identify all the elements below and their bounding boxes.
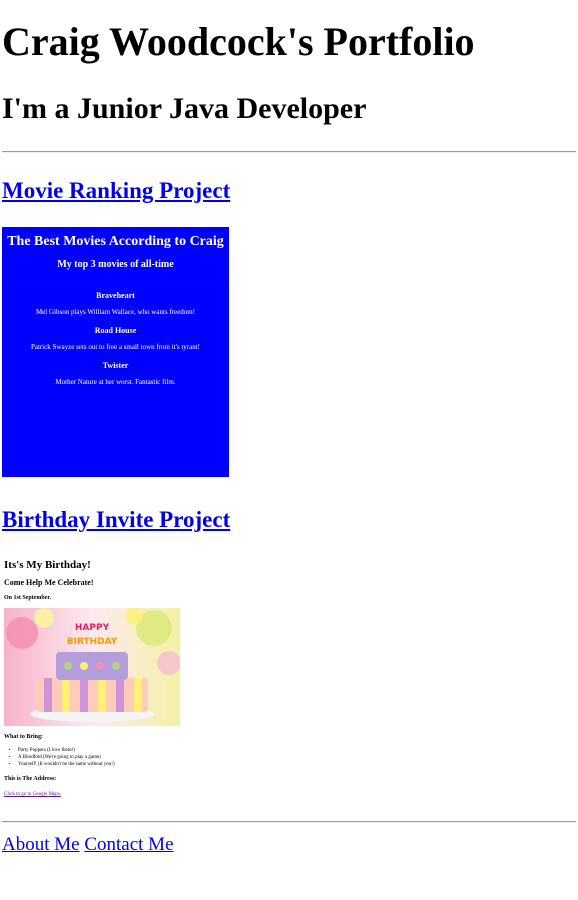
footer-nav: About Me Contact Me bbox=[2, 833, 174, 857]
birthday-preview-date: On 1st September. bbox=[4, 595, 51, 601]
movie-project-preview[interactable]: The Best Movies According to Craig My to… bbox=[2, 227, 229, 477]
movie-name: Road House bbox=[94, 326, 137, 335]
divider-top bbox=[2, 151, 576, 153]
movie-preview-subtitle: My top 3 movies of all-time bbox=[57, 259, 174, 270]
movie-project-link[interactable]: Movie Ranking Project bbox=[2, 177, 230, 205]
google-maps-link[interactable]: Click to go to Google Maps. bbox=[4, 791, 202, 798]
address-heading: This is The Address: bbox=[4, 776, 57, 782]
movie-preview-title: The Best Movies According to Craig bbox=[7, 234, 224, 249]
bring-list: Party Poppers (I love them!) A Blindfold… bbox=[2, 747, 202, 768]
birthday-project-preview[interactable]: Its's My Birthday! Come Help Me Celebrat… bbox=[2, 556, 202, 806]
bring-heading: What to Bring: bbox=[4, 734, 43, 740]
movie-desc: Mel Gibson plays William Wallace, who wa… bbox=[35, 308, 196, 316]
birthday-project-link[interactable]: Birthday Invite Project bbox=[2, 506, 230, 534]
movie-desc: Mother Nature at her worst. Fantastic fi… bbox=[55, 378, 176, 386]
birthday-preview-heading: Its's My Birthday! bbox=[4, 559, 91, 571]
birthday-cake-image: HAPPY BIRTHDAY bbox=[4, 608, 180, 726]
movie-preview-divider bbox=[2, 281, 229, 282]
birthday-preview-subheading: Come Help Me Celebrate! bbox=[4, 578, 94, 587]
list-item: A Blindfold (We're going to play a game) bbox=[18, 754, 202, 761]
list-item: Yourself! (It wouldn't be the same witho… bbox=[18, 761, 202, 768]
movie-name: Twister bbox=[102, 361, 129, 370]
movie-name: Braveheart bbox=[96, 291, 135, 300]
svg-text:BIRTHDAY: BIRTHDAY bbox=[67, 637, 118, 647]
about-me-link[interactable]: About Me bbox=[2, 834, 80, 855]
movie-desc: Patrick Swayze sets out to free a small … bbox=[30, 343, 201, 351]
page-title: Craig Woodcock's Portfolio bbox=[2, 19, 475, 64]
page-subtitle: I'm a Junior Java Developer bbox=[2, 92, 367, 125]
divider-bottom bbox=[2, 821, 576, 823]
contact-me-link[interactable]: Contact Me bbox=[84, 834, 173, 855]
list-item: Party Poppers (I love them!) bbox=[18, 747, 202, 754]
svg-text:HAPPY: HAPPY bbox=[75, 623, 110, 633]
